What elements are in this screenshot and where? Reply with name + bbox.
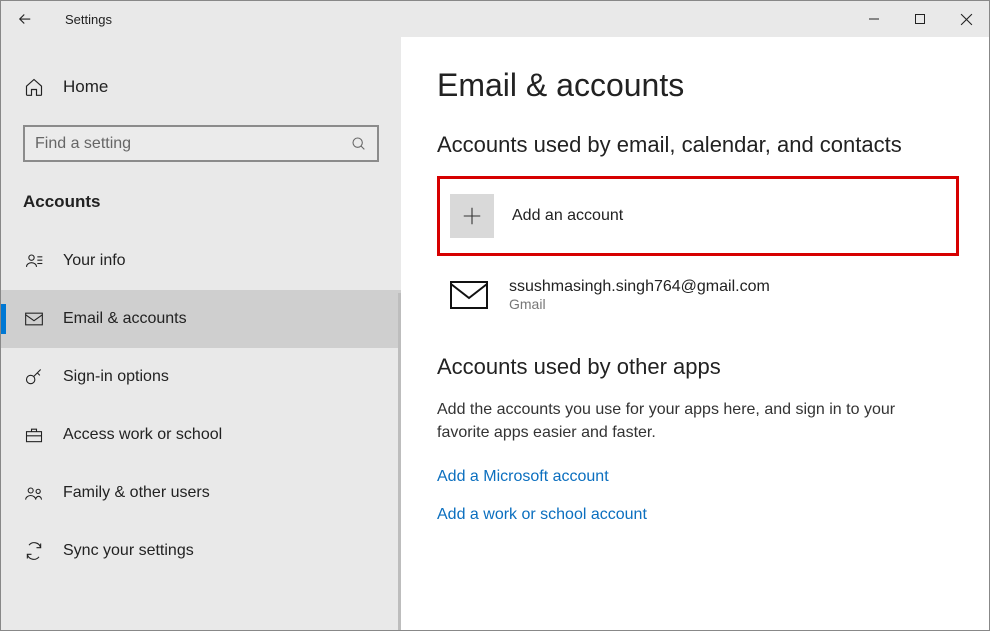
minimize-icon	[868, 13, 880, 25]
search-box[interactable]	[23, 125, 379, 162]
user-icon	[23, 251, 45, 271]
nav-list: Your info Email & accounts Sign-in optio…	[1, 232, 401, 580]
home-nav[interactable]: Home	[1, 67, 401, 107]
nav-label: Sync your settings	[63, 542, 194, 560]
account-provider: Gmail	[509, 296, 770, 312]
nav-label: Your info	[63, 252, 126, 270]
search-input[interactable]	[35, 135, 351, 153]
add-account-button[interactable]: Add an account	[437, 176, 959, 256]
maximize-icon	[914, 13, 926, 25]
nav-email-accounts[interactable]: Email & accounts	[1, 290, 401, 348]
maximize-button[interactable]	[897, 1, 943, 37]
nav-family-users[interactable]: Family & other users	[1, 464, 401, 522]
window-controls	[851, 1, 989, 37]
people-icon	[23, 483, 45, 503]
section-header: Accounts	[1, 184, 401, 232]
account-item[interactable]: ssushmasingh.singh764@gmail.com Gmail	[437, 272, 959, 318]
titlebar: Settings	[1, 1, 989, 37]
close-button[interactable]	[943, 1, 989, 37]
home-icon	[23, 77, 45, 97]
add-account-label: Add an account	[512, 207, 623, 225]
main-panel: Email & accounts Accounts used by email,…	[401, 37, 989, 630]
minimize-button[interactable]	[851, 1, 897, 37]
other-apps-description: Add the accounts you use for your apps h…	[437, 398, 947, 444]
account-info: ssushmasingh.singh764@gmail.com Gmail	[509, 278, 770, 312]
arrow-left-icon	[16, 10, 34, 28]
add-microsoft-account-link[interactable]: Add a Microsoft account	[437, 468, 959, 486]
back-button[interactable]	[1, 1, 49, 37]
nav-label: Email & accounts	[63, 310, 187, 328]
nav-label: Sign-in options	[63, 368, 169, 386]
subheading-email: Accounts used by email, calendar, and co…	[437, 132, 959, 158]
nav-your-info[interactable]: Your info	[1, 232, 401, 290]
search-icon	[351, 136, 367, 152]
scrollbar[interactable]	[398, 293, 401, 630]
window-title: Settings	[65, 12, 112, 27]
add-work-school-account-link[interactable]: Add a work or school account	[437, 506, 959, 524]
key-icon	[23, 367, 45, 387]
plus-tile	[450, 194, 494, 238]
envelope-icon	[447, 279, 491, 311]
page-title: Email & accounts	[437, 67, 959, 104]
home-label: Home	[63, 77, 108, 97]
plus-icon	[461, 205, 483, 227]
nav-sync-settings[interactable]: Sync your settings	[1, 522, 401, 580]
close-icon	[960, 13, 973, 26]
active-indicator	[1, 304, 6, 334]
settings-window: Settings Home	[0, 0, 990, 631]
account-email: ssushmasingh.singh764@gmail.com	[509, 278, 770, 296]
subheading-other-apps: Accounts used by other apps	[437, 354, 959, 380]
briefcase-icon	[23, 425, 45, 445]
mail-icon	[23, 309, 45, 329]
nav-label: Access work or school	[63, 426, 222, 444]
nav-access-work[interactable]: Access work or school	[1, 406, 401, 464]
nav-label: Family & other users	[63, 484, 210, 502]
sync-icon	[23, 541, 45, 561]
sidebar: Home Accounts Your info	[1, 37, 401, 630]
search-container	[23, 125, 379, 162]
content-area: Home Accounts Your info	[1, 37, 989, 630]
nav-signin-options[interactable]: Sign-in options	[1, 348, 401, 406]
